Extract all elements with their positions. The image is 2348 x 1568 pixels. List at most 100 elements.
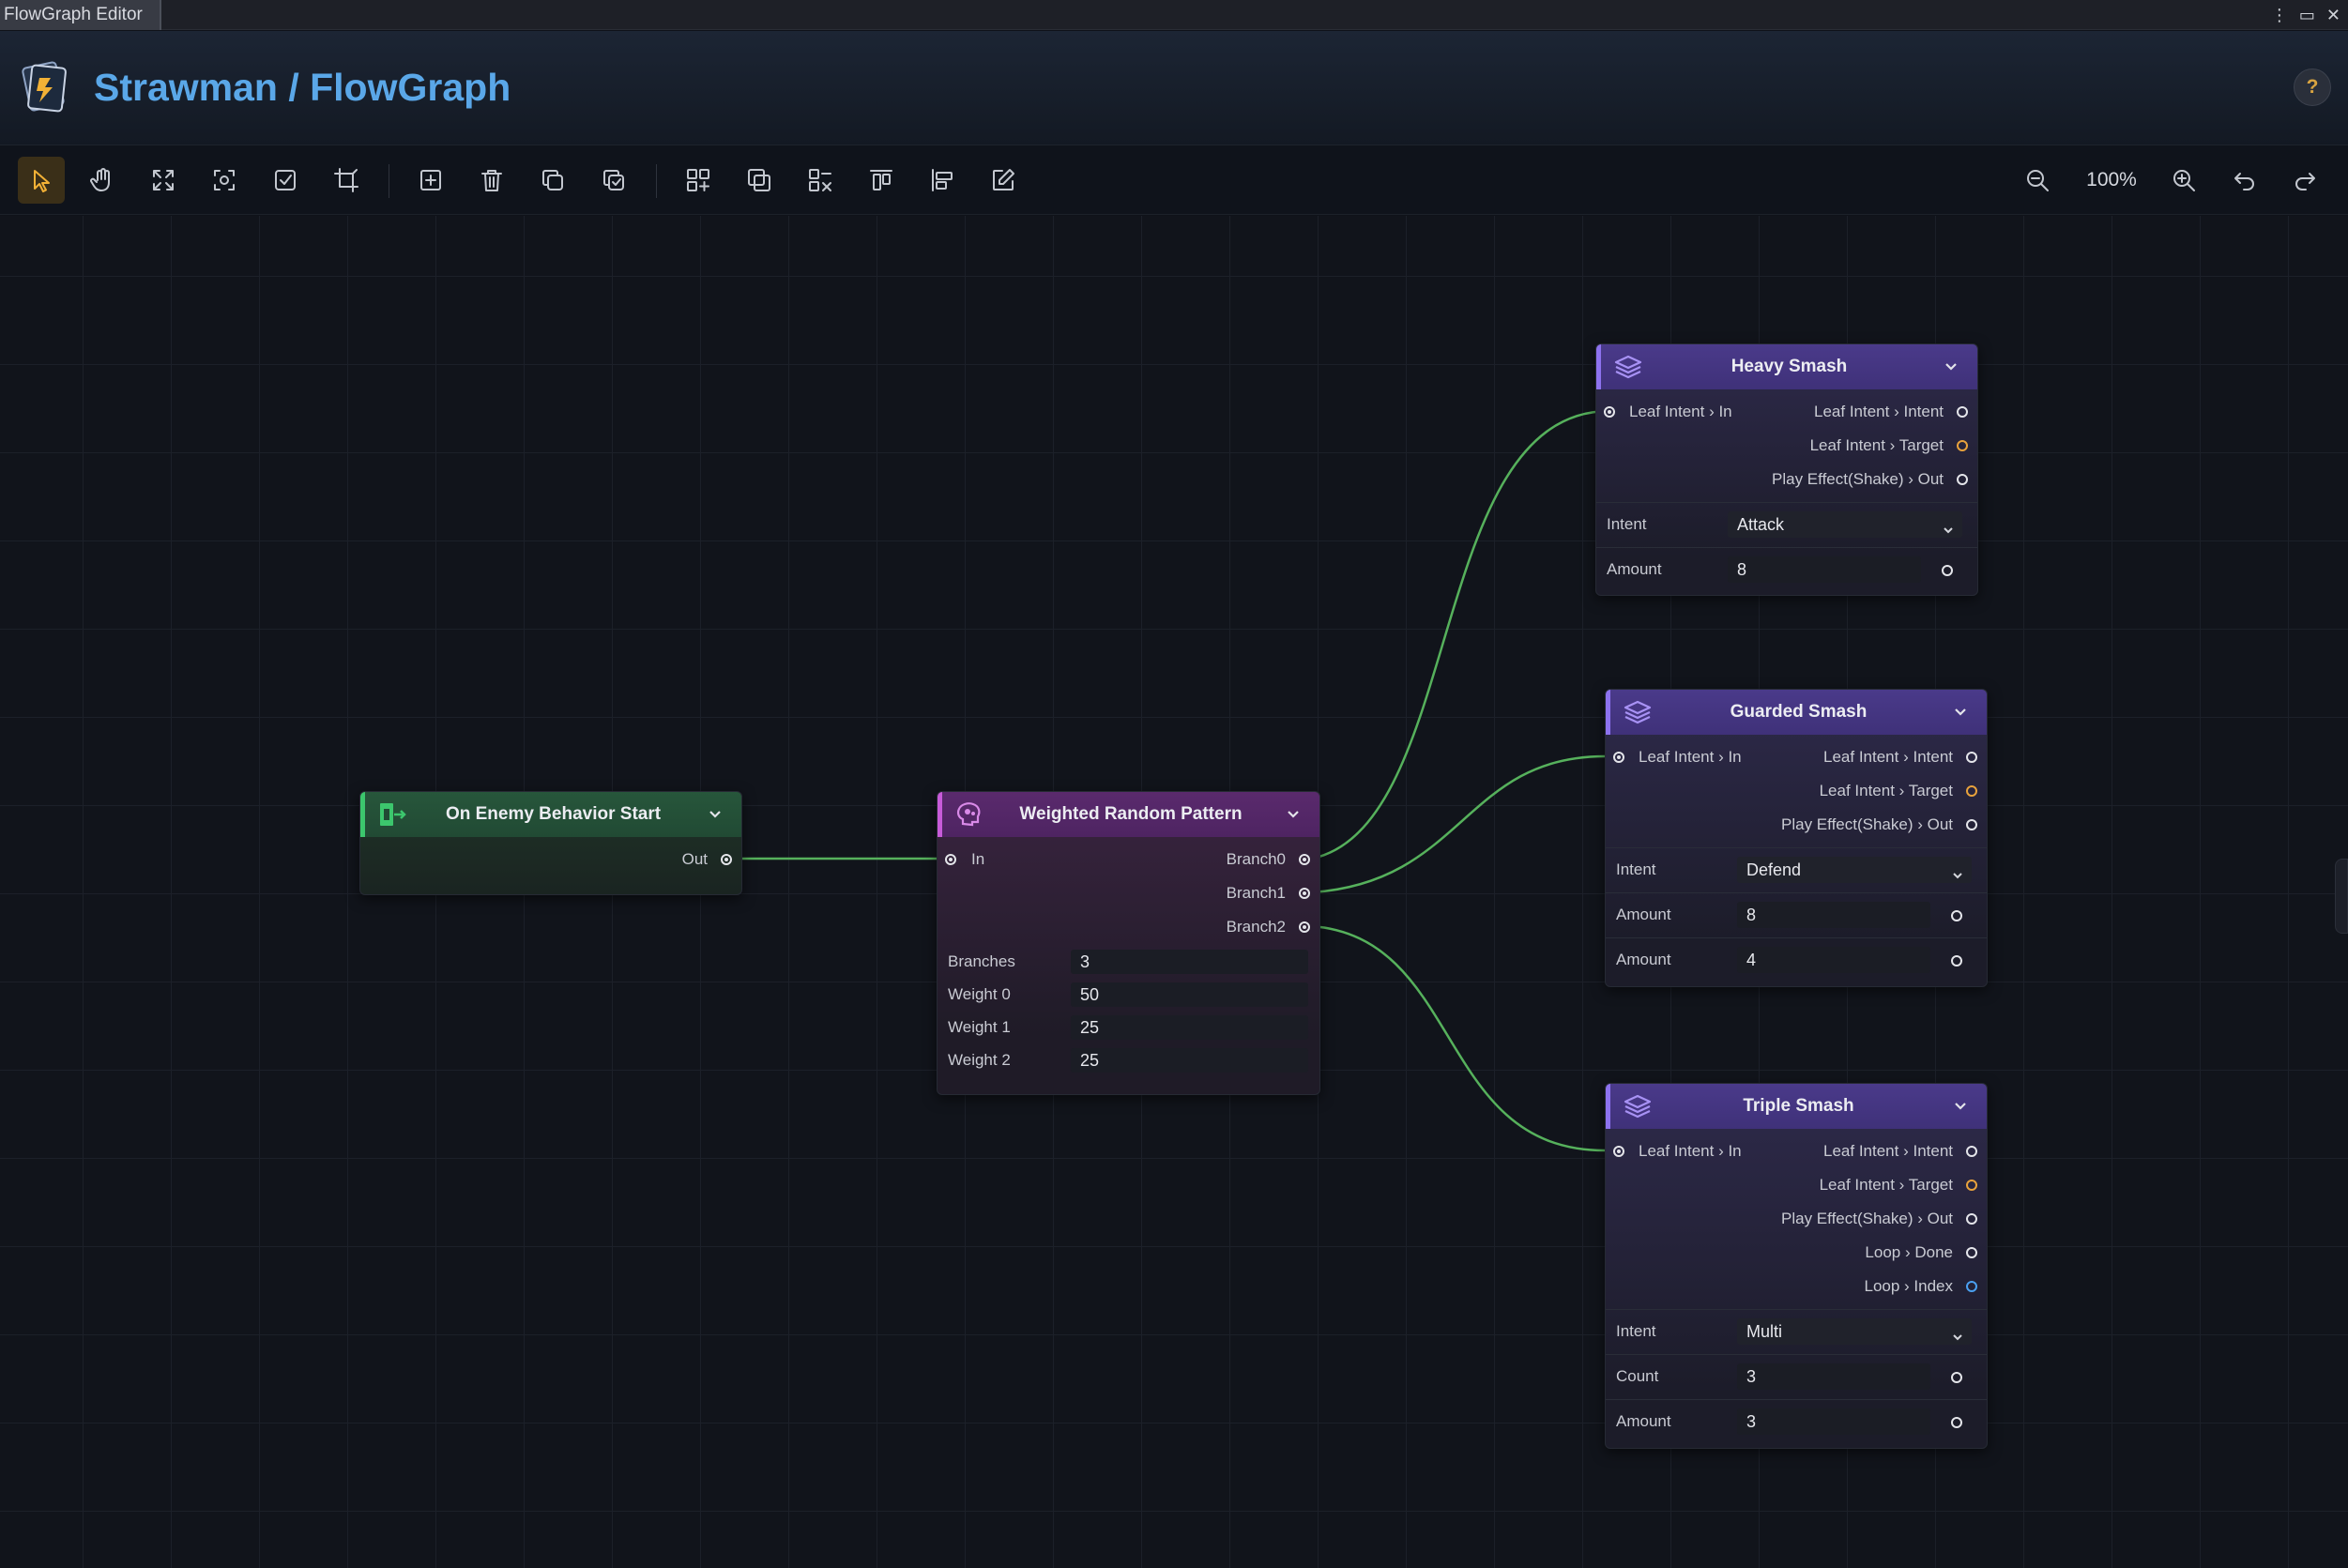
grid-plus-icon xyxy=(687,169,709,191)
align-left-button[interactable] xyxy=(919,157,966,204)
crop-icon xyxy=(334,168,358,192)
expand-button[interactable] xyxy=(140,157,187,204)
pan-tool-button[interactable] xyxy=(79,157,126,204)
zoom-level: 100% xyxy=(2086,169,2137,190)
duplicate-button[interactable] xyxy=(529,157,576,204)
zoom-in-button[interactable] xyxy=(2160,157,2207,204)
field-label: Weight 0 xyxy=(948,985,1011,1003)
input-pin-amount[interactable] xyxy=(1951,955,1962,967)
output-pin-intent[interactable] xyxy=(1966,1146,1977,1157)
redo-button[interactable] xyxy=(2281,157,2328,204)
count-input[interactable]: 3 xyxy=(1737,1363,1930,1390)
field-label: Amount xyxy=(1616,906,1671,923)
input-pin-count[interactable] xyxy=(1951,1372,1962,1383)
output-pin-out[interactable] xyxy=(721,854,732,865)
output-pin-intent[interactable] xyxy=(1957,406,1968,418)
intent-select[interactable]: Multi xyxy=(1737,1318,1972,1345)
maximize-icon[interactable]: ▭ xyxy=(2299,6,2315,25)
node-header[interactable]: On Enemy Behavior Start xyxy=(360,792,741,837)
field-amount: Amount 8 xyxy=(1596,549,1977,590)
side-panel-handle[interactable] xyxy=(2335,859,2348,934)
chevron-down-icon[interactable] xyxy=(1951,1096,1970,1115)
output-pin-branch1[interactable] xyxy=(1299,888,1310,899)
node-header[interactable]: Weighted Random Pattern xyxy=(938,792,1319,837)
focus-icon xyxy=(214,170,235,190)
amount-input[interactable]: 3 xyxy=(1737,1408,1930,1435)
node-title: Heavy Smash xyxy=(1731,357,1848,376)
more-icon[interactable]: ⋮ xyxy=(2271,6,2288,25)
input-pin-leaf-intent-in[interactable] xyxy=(1604,406,1615,418)
node-header[interactable]: Triple Smash xyxy=(1606,1084,1987,1129)
input-pin-leaf-intent-in[interactable] xyxy=(1613,1146,1624,1157)
zoom-out-button[interactable] xyxy=(2014,157,2061,204)
copy-button[interactable] xyxy=(590,157,637,204)
select-tool-button[interactable] xyxy=(18,157,65,204)
window-controls: ⋮ ▭ ✕ xyxy=(2271,0,2340,30)
output-pin-target[interactable] xyxy=(1966,1180,1977,1191)
group-button[interactable] xyxy=(675,157,722,204)
edit-button[interactable] xyxy=(980,157,1027,204)
field-label: Amount xyxy=(1607,560,1662,578)
input-pin-leaf-intent-in[interactable] xyxy=(1613,752,1624,763)
amount-input[interactable]: 8 xyxy=(1728,556,1921,583)
weight-1-input[interactable]: 25 xyxy=(1071,1015,1308,1040)
chevron-down-icon[interactable] xyxy=(1284,804,1303,823)
chevron-down-icon[interactable] xyxy=(1942,357,1960,375)
field-label: Amount xyxy=(1616,951,1671,968)
node-header[interactable]: Heavy Smash xyxy=(1596,344,1977,389)
node-title: On Enemy Behavior Start xyxy=(445,804,662,824)
input-pin-in[interactable] xyxy=(945,854,956,865)
intent-select[interactable]: Defend xyxy=(1737,857,1972,883)
node-weighted-random-pattern[interactable]: Weighted Random Pattern In Branch0 Branc… xyxy=(937,791,1320,1095)
align-top-button[interactable] xyxy=(858,157,905,204)
field-weight-2: Weight 2 25 xyxy=(938,1043,1319,1077)
port-label-intent: Leaf Intent › Intent xyxy=(1814,403,1944,420)
chevron-down-icon[interactable] xyxy=(1951,702,1970,721)
input-pin-amount[interactable] xyxy=(1951,1417,1962,1428)
crop-button[interactable] xyxy=(323,157,370,204)
add-node-button[interactable] xyxy=(407,157,454,204)
output-pin-target[interactable] xyxy=(1957,440,1968,451)
amount-input[interactable]: 8 xyxy=(1737,902,1930,928)
node-on-enemy-behavior-start[interactable]: On Enemy Behavior Start Out xyxy=(359,791,742,895)
output-pin-play-effect-out[interactable] xyxy=(1966,819,1977,830)
focus-button[interactable] xyxy=(201,157,248,204)
node-title: Triple Smash xyxy=(1743,1096,1854,1116)
window-tab[interactable]: FlowGraph Editor xyxy=(0,0,161,30)
output-pin-loop-done[interactable] xyxy=(1966,1247,1977,1258)
node-header[interactable]: Guarded Smash xyxy=(1606,690,1987,735)
close-icon[interactable]: ✕ xyxy=(2326,6,2340,25)
output-pin-branch2[interactable] xyxy=(1299,921,1310,933)
node-triple-smash[interactable]: Triple Smash Leaf Intent › In Leaf Inten… xyxy=(1605,1083,1988,1449)
ungroup-button[interactable] xyxy=(797,157,844,204)
input-pin-amount[interactable] xyxy=(1942,565,1953,576)
output-pin-branch0[interactable] xyxy=(1299,854,1310,865)
field-branches: Branches 3 xyxy=(938,945,1319,979)
intent-select[interactable]: Attack xyxy=(1728,511,1962,538)
output-pin-loop-index[interactable] xyxy=(1966,1281,1977,1292)
branches-input[interactable]: 3 xyxy=(1071,950,1308,974)
frame-button[interactable] xyxy=(736,157,783,204)
port-label-in: Leaf Intent › In xyxy=(1639,1142,1742,1160)
output-pin-target[interactable] xyxy=(1966,785,1977,797)
chevron-down-icon[interactable] xyxy=(706,804,724,823)
validate-button[interactable] xyxy=(262,157,309,204)
expand-icon xyxy=(153,170,174,190)
node-heavy-smash[interactable]: Heavy Smash Leaf Intent › In Leaf Intent… xyxy=(1595,343,1978,596)
field-weight-0: Weight 0 50 xyxy=(938,978,1319,1012)
input-pin-amount[interactable] xyxy=(1951,910,1962,921)
amount-input[interactable]: 4 xyxy=(1737,947,1930,973)
divider xyxy=(1606,937,1987,938)
output-pin-play-effect-out[interactable] xyxy=(1957,474,1968,485)
divider xyxy=(1606,1354,1987,1355)
weight-0-input[interactable]: 50 xyxy=(1071,982,1308,1007)
help-button[interactable]: ? xyxy=(2294,69,2331,106)
weight-2-input[interactable]: 25 xyxy=(1071,1048,1308,1073)
delete-button[interactable] xyxy=(468,157,515,204)
chevron-down-icon xyxy=(1951,1325,1964,1341)
undo-button[interactable] xyxy=(2221,157,2268,204)
output-pin-play-effect-out[interactable] xyxy=(1966,1213,1977,1225)
output-pin-intent[interactable] xyxy=(1966,752,1977,763)
port-label-branch0: Branch0 xyxy=(1226,850,1286,868)
node-guarded-smash[interactable]: Guarded Smash Leaf Intent › In Leaf Inte… xyxy=(1605,689,1988,987)
